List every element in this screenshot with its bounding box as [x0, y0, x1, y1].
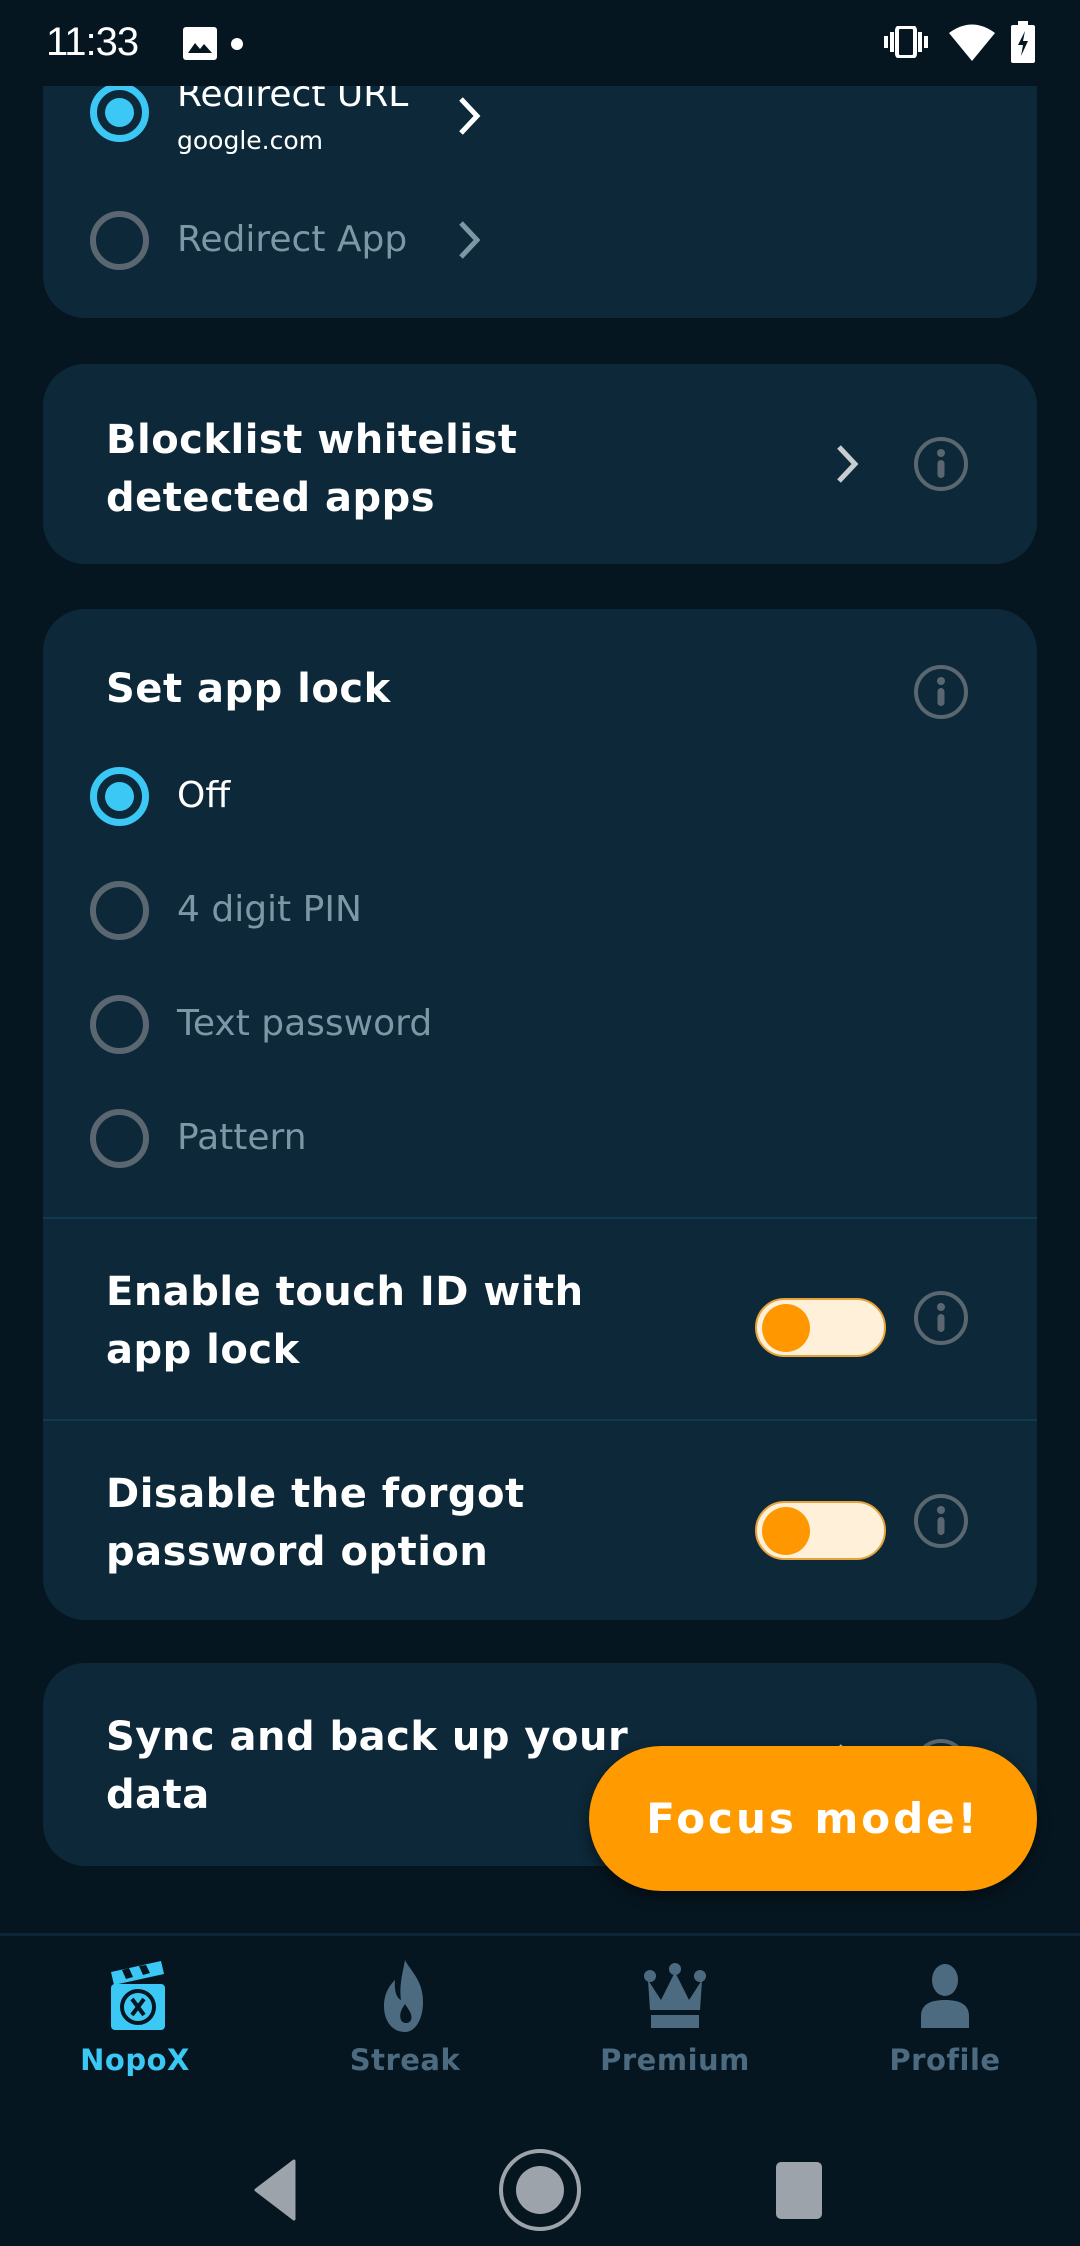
touch-id-label: Enable touch ID with app lock [106, 1269, 584, 1373]
sync-title: Sync and back up your data [106, 1714, 629, 1818]
radio-pin[interactable] [90, 881, 149, 940]
crown-icon [644, 1963, 706, 2028]
divider [43, 1419, 1037, 1421]
blocklist-whitelist-card[interactable]: Blocklist whitelist detected apps [43, 364, 1037, 564]
bottom-nav: NopoX Streak Premium Profile [0, 1933, 1080, 2117]
nav-label: NopoX [80, 2043, 190, 2077]
nav-label: Premium [600, 2043, 750, 2077]
toggle-thumb [762, 1304, 810, 1352]
nav-item-premium[interactable]: Premium [540, 1936, 810, 2120]
status-time: 11:33 [46, 20, 139, 64]
forgot-password-toggle[interactable] [755, 1501, 886, 1560]
status-bar: 11:33 [0, 0, 1080, 86]
home-icon[interactable] [498, 2148, 582, 2232]
person-icon [921, 1964, 969, 2028]
divider [43, 1217, 1037, 1219]
radio-text-password[interactable] [90, 995, 149, 1054]
option-label: Pattern [177, 1117, 307, 1158]
forgot-password-label: Disable the forgot password option [106, 1471, 525, 1575]
redirect-url-value: google.com [177, 126, 323, 155]
clapperboard-x-icon [111, 1961, 165, 2030]
app-lock-title: Set app lock [106, 666, 391, 712]
system-nav-bar [0, 2117, 1080, 2246]
option-label: 4 digit PIN [177, 889, 362, 930]
flame-icon [384, 1960, 423, 2032]
option-label: Text password [177, 1003, 433, 1044]
app-lock-card: Set app lock Off 4 digit PIN Text passwo… [43, 609, 1037, 1620]
option-label: Off [177, 775, 231, 816]
info-icon[interactable] [913, 664, 969, 720]
blocklist-title: Blocklist whitelist detected apps [106, 417, 518, 521]
nav-item-streak[interactable]: Streak [270, 1936, 540, 2120]
chevron-right-icon[interactable] [457, 220, 483, 260]
battery-charging-icon [1011, 21, 1035, 63]
vibrate-icon [884, 26, 928, 58]
radio-pattern[interactable] [90, 1109, 149, 1168]
toggle-thumb [762, 1507, 810, 1555]
back-icon[interactable] [254, 2159, 298, 2221]
nav-label: Profile [889, 2043, 1001, 2077]
nav-item-nopox[interactable]: NopoX [0, 1936, 270, 2120]
nav-label: Streak [349, 2043, 461, 2077]
redirect-app-label: Redirect App [177, 219, 408, 260]
info-icon[interactable] [913, 1493, 969, 1549]
info-icon[interactable] [913, 436, 969, 492]
notification-dot-icon [231, 38, 243, 50]
redirect-url-radio[interactable] [90, 83, 149, 142]
info-icon[interactable] [913, 1290, 969, 1346]
image-notification-icon [183, 27, 217, 60]
chevron-right-icon[interactable] [835, 444, 861, 484]
nav-item-profile[interactable]: Profile [810, 1936, 1080, 2120]
chevron-right-icon[interactable] [457, 96, 483, 136]
recents-icon[interactable] [776, 2162, 822, 2219]
touch-id-toggle[interactable] [755, 1298, 886, 1357]
wifi-icon [949, 24, 995, 61]
radio-off[interactable] [90, 767, 149, 826]
focus-mode-button[interactable]: Focus mode! [589, 1746, 1037, 1891]
redirect-app-radio[interactable] [90, 211, 149, 270]
